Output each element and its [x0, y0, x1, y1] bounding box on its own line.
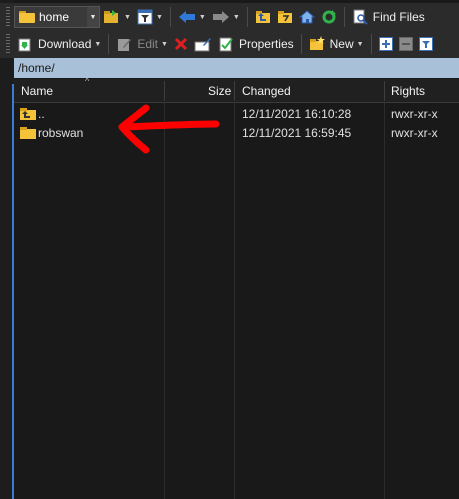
red-arrow-annotation	[118, 104, 220, 154]
